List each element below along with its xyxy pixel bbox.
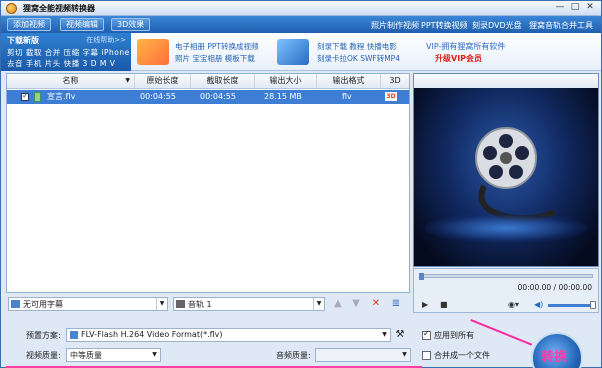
audio-merge-tool-link[interactable]: 狸窝音轨合并工具 xyxy=(529,20,593,31)
preset-select[interactable]: FLV-Flash H.264 Video Format(*.flv) ▼ xyxy=(66,328,391,342)
title-bar: 狸窝全能视频转换器 — □ ✕ xyxy=(1,1,601,16)
3d-effect-button[interactable]: 3D效果 xyxy=(111,18,151,31)
ppt-to-video-link[interactable]: PPT转换视频 xyxy=(421,20,468,31)
convert-label: 转换 xyxy=(541,350,568,365)
stage-floor xyxy=(424,213,588,243)
audio-quality-select[interactable]: ▼ xyxy=(315,348,411,362)
col-3d[interactable]: 3D xyxy=(381,74,409,89)
feature-links-row-2[interactable]: 去音 手机 片头 快播 3 D M V xyxy=(7,58,115,69)
output-settings: 预置方案: FLV-Flash H.264 Video Format(*.flv… xyxy=(6,317,526,368)
file-list-header: 名称 ▼ 原始长度 截取长度 输出大小 输出格式 3D xyxy=(7,74,409,89)
download-new-version-link[interactable]: 下载新版 xyxy=(7,35,39,46)
file-clip-length: 00:04:55 xyxy=(200,92,236,101)
close-button[interactable]: ✕ xyxy=(583,2,597,14)
subtitle-select[interactable]: 无可用字幕 ▼ xyxy=(8,297,168,311)
file-row[interactable]: 宣言.flv 00:04:55 00:04:55 28.15 MB flv 3D xyxy=(7,90,409,104)
playback-time: 00:00.00 / 00:00.00 xyxy=(517,283,592,292)
burn-disc-icon[interactable] xyxy=(277,39,309,65)
apply-all-checkbox[interactable] xyxy=(422,329,431,340)
col-name-label: 名称 xyxy=(62,76,79,85)
snapshot-camera-icon[interactable]: ◉▾ xyxy=(508,300,519,309)
video-quality-select[interactable]: 中等质量 ▼ xyxy=(66,348,161,362)
video-file-icon xyxy=(34,92,41,102)
window-title: 狸窝全能视频转换器 xyxy=(23,4,95,13)
chevron-down-icon: ▼ xyxy=(382,331,387,338)
promo1-line1[interactable]: 电子相册 PPT转换成视频 xyxy=(175,41,259,52)
subtitle-icon xyxy=(11,300,20,308)
col-original-length[interactable]: 原始长度 xyxy=(135,74,191,89)
audio-track-icon xyxy=(176,300,185,308)
file-output-format: flv xyxy=(342,92,352,101)
promo-banner: 下载新版 在线帮助>> 剪切 截取 合并 压缩 字幕 iPhone 去音 手机 … xyxy=(1,33,601,71)
move-down-icon[interactable]: ▼ xyxy=(350,298,362,310)
col-clip-length[interactable]: 截取长度 xyxy=(191,74,255,89)
sort-caret-icon: ▼ xyxy=(125,77,130,84)
vip-text[interactable]: VIP-拥有狸窝所有软件 xyxy=(426,41,505,52)
format-icon xyxy=(70,331,78,339)
merge-checkbox[interactable] xyxy=(422,351,431,360)
online-help-link[interactable]: 在线帮助>> xyxy=(86,35,126,45)
delete-icon[interactable]: ✕ xyxy=(370,298,382,310)
video-edit-button[interactable]: 视频编辑 xyxy=(60,18,104,31)
feature-links-row-1[interactable]: 剪切 截取 合并 压缩 字幕 iPhone xyxy=(7,47,130,58)
menu-bar: 添加视频 视频编辑 3D效果 照片制作视频 PPT转换视频 刻录DVD光盘 狸窝… xyxy=(1,16,601,33)
download-panel: 下载新版 在线帮助>> 剪切 截取 合并 压缩 字幕 iPhone 去音 手机 … xyxy=(1,33,131,71)
add-video-button[interactable]: 添加视频 xyxy=(7,18,51,31)
chevron-down-icon: ▼ xyxy=(156,298,167,310)
preset-label: 预置方案: xyxy=(26,331,61,340)
file-output-size: 28.15 MB xyxy=(264,92,302,101)
preview-stage xyxy=(414,88,598,266)
convert-button[interactable]: 转换 xyxy=(531,332,583,368)
video-quality-label: 视频质量: xyxy=(26,351,61,360)
volume-slider[interactable] xyxy=(548,301,596,309)
list-toolbar: 无可用字幕 ▼ 音轨 1 ▼ ▲ ▼ ✕ ≣ xyxy=(6,295,410,313)
upgrade-vip-link[interactable]: 升级VIP会员 xyxy=(435,53,482,64)
photo-to-video-link[interactable]: 照片制作视频 xyxy=(371,20,419,31)
app-window: 狸窝全能视频转换器 — □ ✕ 添加视频 视频编辑 3D效果 照片制作视频 PP… xyxy=(0,0,602,368)
preview-header xyxy=(414,74,598,88)
settings-tools-icon[interactable]: ⚒ xyxy=(394,329,406,341)
seek-bar[interactable] xyxy=(419,273,593,280)
video-preview xyxy=(413,73,599,267)
play-icon[interactable]: ▶ xyxy=(422,300,428,309)
volume-handle[interactable] xyxy=(590,301,596,309)
promo2-line1[interactable]: 刻录下载 教程 快播电影 xyxy=(317,41,397,52)
preset-value: FLV-Flash H.264 Video Format(*.flv) xyxy=(81,330,223,339)
promo1-line2[interactable]: 照片 宝宝相册 模板下载 xyxy=(175,53,255,64)
file-original-length: 00:04:55 xyxy=(140,92,176,101)
chevron-down-icon: ▼ xyxy=(402,351,407,358)
move-up-icon[interactable]: ▲ xyxy=(332,298,344,310)
col-name[interactable]: 名称 ▼ xyxy=(7,74,135,89)
chevron-down-icon: ▼ xyxy=(313,298,324,310)
promo2-line2[interactable]: 刻录卡拉OK SWF转MP4 xyxy=(317,53,400,64)
stop-icon[interactable]: ■ xyxy=(440,300,448,309)
audio-quality-label: 音频质量: xyxy=(276,351,311,360)
col-output-size[interactable]: 输出大小 xyxy=(255,74,317,89)
seek-handle[interactable] xyxy=(419,273,424,280)
file-list: 名称 ▼ 原始长度 截取长度 输出大小 输出格式 3D 宣言.flv 00:04:… xyxy=(6,73,410,293)
ppt-album-icon[interactable] xyxy=(137,39,169,65)
audio-track-value: 音轨 1 xyxy=(188,300,212,309)
burn-dvd-link[interactable]: 刻录DVD光盘 xyxy=(472,20,522,31)
merge-label: 合并成一个文件 xyxy=(434,351,490,360)
col-output-format[interactable]: 输出格式 xyxy=(317,74,381,89)
volume-icon[interactable]: ◀) xyxy=(534,300,543,309)
audio-track-select[interactable]: 音轨 1 ▼ xyxy=(173,297,325,311)
video-quality-value: 中等质量 xyxy=(70,351,102,360)
minimize-button[interactable]: — xyxy=(553,2,567,14)
list-options-icon[interactable]: ≣ xyxy=(390,298,402,310)
file-row-checkbox[interactable] xyxy=(21,91,29,101)
app-logo-icon xyxy=(6,3,17,14)
maximize-button[interactable]: □ xyxy=(568,2,582,14)
3d-toggle-icon[interactable]: 3D xyxy=(385,92,397,101)
player-controls: 00:00.00 / 00:00.00 ▶ ■ ◉▾ ◀) xyxy=(413,268,599,313)
apply-all-label: 应用到所有 xyxy=(434,331,474,340)
subtitle-value: 无可用字幕 xyxy=(23,300,63,309)
file-name: 宣言.flv xyxy=(47,92,76,101)
chevron-down-icon: ▼ xyxy=(152,351,157,358)
